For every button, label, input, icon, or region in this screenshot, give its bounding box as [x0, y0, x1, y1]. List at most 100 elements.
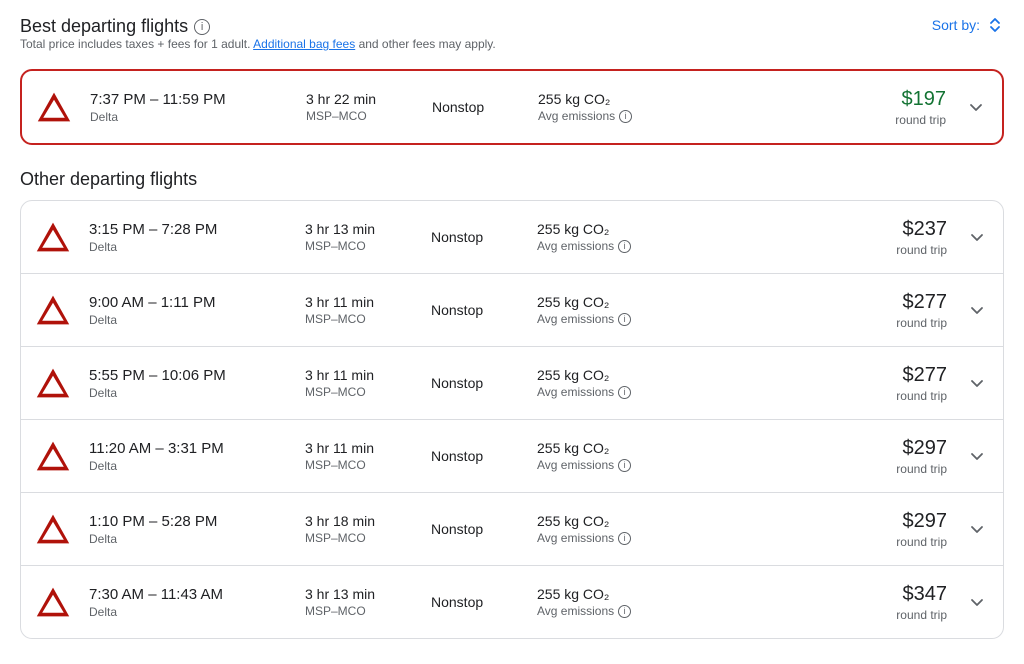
- header-left: Best departing flights i Total price inc…: [20, 16, 496, 65]
- flight-duration-col-5: 3 hr 13 min MSP–MCO: [305, 586, 415, 618]
- flight-expand-0[interactable]: [963, 227, 991, 247]
- emissions-info-icon-5[interactable]: i: [618, 605, 631, 618]
- section-title: Best departing flights i: [20, 16, 496, 37]
- subtitle: Total price includes taxes + fees for 1 …: [20, 37, 496, 51]
- flight-row[interactable]: 11:20 AM – 3:31 PM Delta 3 hr 11 min MSP…: [21, 420, 1003, 493]
- flight-duration-4: 3 hr 18 min: [305, 513, 415, 529]
- flight-duration-col-3: 3 hr 11 min MSP–MCO: [305, 440, 415, 472]
- flight-route-3: MSP–MCO: [305, 458, 415, 472]
- subtitle-end: and other fees may apply.: [359, 37, 496, 51]
- chevron-down-icon: [966, 97, 986, 117]
- flight-airline-4: Delta: [89, 532, 289, 546]
- flight-emissions-col-4: 255 kg CO₂ Avg emissions i: [537, 513, 697, 545]
- flight-row[interactable]: 9:00 AM – 1:11 PM Delta 3 hr 11 min MSP–…: [21, 274, 1003, 347]
- flight-price-col-2: $277 round trip: [713, 364, 947, 403]
- airline-logo-4: [33, 509, 73, 549]
- flight-airline-5: Delta: [89, 605, 289, 619]
- flight-stops-1: Nonstop: [431, 302, 521, 318]
- best-flight-expand[interactable]: [962, 97, 990, 117]
- flight-row[interactable]: 7:30 AM – 11:43 AM Delta 3 hr 13 min MSP…: [21, 566, 1003, 638]
- flight-price-col-4: $297 round trip: [713, 510, 947, 549]
- flight-price-col-1: $277 round trip: [713, 291, 947, 330]
- flight-stops-col-3: Nonstop: [431, 448, 521, 464]
- flight-emissions-4: 255 kg CO₂: [537, 513, 697, 529]
- emissions-info-icon-3[interactable]: i: [618, 459, 631, 472]
- flight-stops-col-5: Nonstop: [431, 594, 521, 610]
- flight-emissions-2: 255 kg CO₂: [537, 367, 697, 383]
- flight-duration-0: 3 hr 13 min: [305, 221, 415, 237]
- flight-emissions-col-1: 255 kg CO₂ Avg emissions i: [537, 294, 697, 326]
- flight-route-2: MSP–MCO: [305, 385, 415, 399]
- flight-stops-col-1: Nonstop: [431, 302, 521, 318]
- flight-duration-3: 3 hr 11 min: [305, 440, 415, 456]
- flight-price-col-3: $297 round trip: [713, 437, 947, 476]
- sort-by-control[interactable]: Sort by:: [932, 16, 1004, 34]
- bag-fees-link[interactable]: Additional bag fees: [253, 37, 355, 51]
- best-flight-emissions: 255 kg CO₂: [538, 91, 698, 107]
- flight-route-5: MSP–MCO: [305, 604, 415, 618]
- flight-stops-col-0: Nonstop: [431, 229, 521, 245]
- flight-stops-2: Nonstop: [431, 375, 521, 391]
- emissions-info-icon-1[interactable]: i: [618, 313, 631, 326]
- flight-airline-0: Delta: [89, 240, 289, 254]
- flight-times-col-5: 7:30 AM – 11:43 AM Delta: [89, 586, 289, 619]
- flight-duration-col-0: 3 hr 13 min MSP–MCO: [305, 221, 415, 253]
- flights-list: 3:15 PM – 7:28 PM Delta 3 hr 13 min MSP–…: [20, 200, 1004, 639]
- flight-stops-5: Nonstop: [431, 594, 521, 610]
- flight-stops-col-4: Nonstop: [431, 521, 521, 537]
- emissions-info-icon[interactable]: i: [619, 110, 632, 123]
- flight-emissions-col-5: 255 kg CO₂ Avg emissions i: [537, 586, 697, 618]
- flight-price-0: $237: [713, 218, 947, 241]
- flight-route-1: MSP–MCO: [305, 312, 415, 326]
- flight-emissions-5: 255 kg CO₂: [537, 586, 697, 602]
- flight-emissions-col-3: 255 kg CO₂ Avg emissions i: [537, 440, 697, 472]
- emissions-info-icon-2[interactable]: i: [618, 386, 631, 399]
- flight-price-label-0: round trip: [713, 243, 947, 257]
- chevron-down-icon-4: [967, 519, 987, 539]
- flight-row[interactable]: 1:10 PM – 5:28 PM Delta 3 hr 18 min MSP–…: [21, 493, 1003, 566]
- flight-expand-2[interactable]: [963, 373, 991, 393]
- best-flight-stops-col: Nonstop: [432, 99, 522, 115]
- emissions-info-icon-0[interactable]: i: [618, 240, 631, 253]
- sort-by-label: Sort by:: [932, 17, 980, 33]
- flight-emissions-1: 255 kg CO₂: [537, 294, 697, 310]
- flight-times-col-4: 1:10 PM – 5:28 PM Delta: [89, 513, 289, 546]
- flight-times-col-1: 9:00 AM – 1:11 PM Delta: [89, 294, 289, 327]
- best-flight-price: $197: [714, 88, 946, 111]
- chevron-down-icon-5: [967, 592, 987, 612]
- flight-times-2: 5:55 PM – 10:06 PM: [89, 367, 289, 384]
- flight-emissions-label-0: Avg emissions i: [537, 239, 697, 253]
- flight-expand-4[interactable]: [963, 519, 991, 539]
- flight-price-col-5: $347 round trip: [713, 583, 947, 622]
- best-departing-title: Best departing flights: [20, 16, 188, 37]
- info-icon[interactable]: i: [194, 19, 210, 35]
- best-flight-price-col: $197 round trip: [714, 88, 946, 127]
- flight-stops-0: Nonstop: [431, 229, 521, 245]
- flight-duration-col-1: 3 hr 11 min MSP–MCO: [305, 294, 415, 326]
- best-flight-emissions-col: 255 kg CO₂ Avg emissions i: [538, 91, 698, 123]
- flight-expand-5[interactable]: [963, 592, 991, 612]
- flight-row[interactable]: 3:15 PM – 7:28 PM Delta 3 hr 13 min MSP–…: [21, 201, 1003, 274]
- flight-times-col-3: 11:20 AM – 3:31 PM Delta: [89, 440, 289, 473]
- chevron-down-icon-1: [967, 300, 987, 320]
- airline-logo-3: [33, 436, 73, 476]
- flight-emissions-label-2: Avg emissions i: [537, 385, 697, 399]
- best-flight-stops: Nonstop: [432, 99, 522, 115]
- best-flight-duration: 3 hr 22 min: [306, 91, 416, 107]
- emissions-info-icon-4[interactable]: i: [618, 532, 631, 545]
- flight-duration-col-2: 3 hr 11 min MSP–MCO: [305, 367, 415, 399]
- flight-emissions-col-0: 255 kg CO₂ Avg emissions i: [537, 221, 697, 253]
- flight-price-4: $297: [713, 510, 947, 533]
- best-flight-card[interactable]: 7:37 PM – 11:59 PM Delta 3 hr 22 min MSP…: [20, 69, 1004, 145]
- flight-expand-1[interactable]: [963, 300, 991, 320]
- flight-expand-3[interactable]: [963, 446, 991, 466]
- flight-price-label-1: round trip: [713, 316, 947, 330]
- best-flight-airline-logo: [34, 87, 74, 127]
- flight-price-5: $347: [713, 583, 947, 606]
- flight-route-0: MSP–MCO: [305, 239, 415, 253]
- flight-airline-2: Delta: [89, 386, 289, 400]
- best-flight-times: 7:37 PM – 11:59 PM: [90, 91, 290, 108]
- flight-duration-2: 3 hr 11 min: [305, 367, 415, 383]
- best-flight-route: MSP–MCO: [306, 109, 416, 123]
- flight-row[interactable]: 5:55 PM – 10:06 PM Delta 3 hr 11 min MSP…: [21, 347, 1003, 420]
